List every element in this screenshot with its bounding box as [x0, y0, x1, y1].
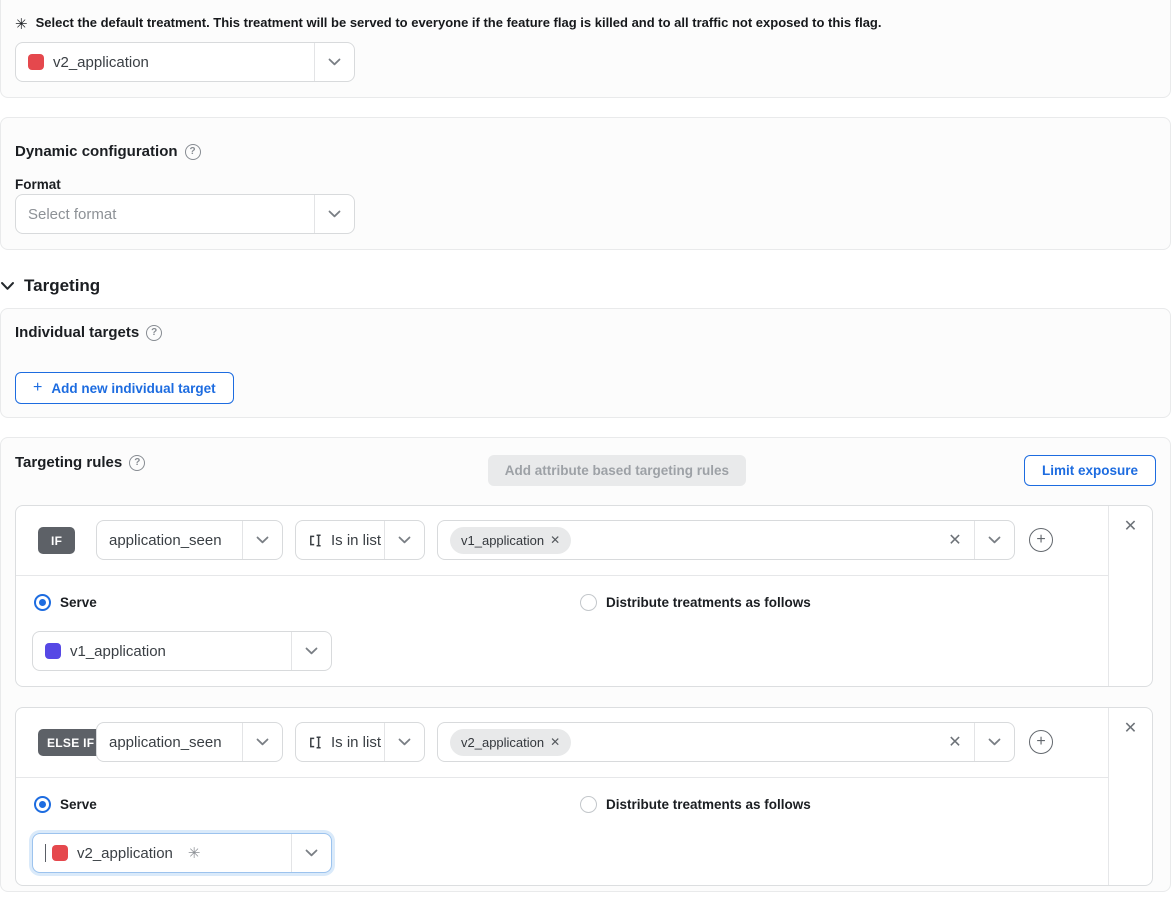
- targeting-rule-1: ✕ IF application_seen Is in list: [15, 505, 1153, 687]
- dynamic-configuration-card: Dynamic configuration ? Format Select fo…: [0, 117, 1171, 250]
- chevron-down-icon[interactable]: [291, 834, 331, 872]
- rule-attribute-select[interactable]: application_seen: [96, 722, 283, 762]
- help-icon[interactable]: ?: [146, 325, 162, 341]
- value-chip-label: v1_application: [461, 533, 544, 548]
- chevron-down-icon[interactable]: [291, 632, 331, 670]
- radio-unselected-icon[interactable]: [580, 594, 597, 611]
- string-matcher-icon: [308, 532, 325, 549]
- rule-matcher-value: Is in list: [331, 532, 381, 549]
- add-individual-target-button[interactable]: + Add new individual target: [15, 372, 234, 404]
- rule-attribute-value: application_seen: [109, 734, 222, 751]
- serve-treatment-select[interactable]: v2_application ✳: [32, 833, 332, 873]
- serve-treatment-value: v2_application: [77, 845, 173, 862]
- treatment-color-swatch: [45, 643, 61, 659]
- remove-rule-icon[interactable]: ✕: [1124, 721, 1137, 885]
- individual-targets-title: Individual targets: [15, 324, 139, 341]
- chevron-down-icon[interactable]: [974, 521, 1014, 559]
- rule-attribute-select[interactable]: application_seen: [96, 520, 283, 560]
- help-icon[interactable]: ?: [129, 455, 145, 471]
- targeting-section-header[interactable]: Targeting: [0, 276, 100, 296]
- serve-radio[interactable]: Serve: [34, 594, 97, 611]
- rule-keyword-badge: ELSE IF: [38, 729, 103, 756]
- default-treatment-indicator-icon: ✳: [188, 844, 201, 862]
- string-matcher-icon: [308, 734, 325, 751]
- distribute-label: Distribute treatments as follows: [606, 595, 811, 610]
- radio-selected-icon[interactable]: [34, 796, 51, 813]
- rule-matcher-select[interactable]: Is in list: [295, 520, 425, 560]
- chevron-down-icon[interactable]: [242, 521, 282, 559]
- rule-actions-column: ✕: [1108, 708, 1152, 885]
- treatment-color-swatch: [28, 54, 44, 70]
- remove-value-icon[interactable]: ✕: [550, 735, 560, 749]
- targeting-rules-card: Targeting rules ? Add attribute based ta…: [0, 437, 1171, 892]
- value-chip-label: v2_application: [461, 735, 544, 750]
- targeting-title: Targeting: [24, 276, 100, 296]
- clear-values-icon[interactable]: ✕: [936, 732, 974, 752]
- default-treatment-card: ✳ Select the default treatment. This tre…: [0, 0, 1171, 98]
- add-attribute-rules-button[interactable]: Add attribute based targeting rules: [488, 455, 746, 486]
- default-treatment-asterisk-icon: ✳: [15, 15, 28, 33]
- targeting-rule-2: ✕ ELSE IF application_seen Is in list: [15, 707, 1153, 886]
- remove-value-icon[interactable]: ✕: [550, 533, 560, 547]
- collapse-chevron-icon[interactable]: [0, 281, 15, 291]
- help-icon[interactable]: ?: [185, 144, 201, 160]
- chevron-down-icon[interactable]: [384, 521, 424, 559]
- chevron-down-icon[interactable]: [242, 723, 282, 761]
- format-placeholder: Select format: [28, 206, 116, 223]
- rule-attribute-value: application_seen: [109, 532, 222, 549]
- serve-treatment-value: v1_application: [70, 643, 166, 660]
- radio-selected-icon[interactable]: [34, 594, 51, 611]
- plus-icon: +: [33, 379, 42, 397]
- rule-values-input[interactable]: v2_application ✕ ✕: [437, 722, 1015, 762]
- distribute-label: Distribute treatments as follows: [606, 797, 811, 812]
- chevron-down-icon[interactable]: [384, 723, 424, 761]
- default-treatment-select[interactable]: v2_application: [15, 42, 355, 82]
- limit-exposure-button[interactable]: Limit exposure: [1024, 455, 1156, 486]
- remove-rule-icon[interactable]: ✕: [1124, 519, 1137, 686]
- add-condition-icon[interactable]: +: [1029, 528, 1053, 552]
- format-select[interactable]: Select format: [15, 194, 355, 234]
- serve-label: Serve: [60, 797, 97, 812]
- individual-targets-card: Individual targets ? + Add new individua…: [0, 308, 1171, 418]
- rule-actions-column: ✕: [1108, 506, 1152, 686]
- text-caret: [45, 844, 46, 862]
- default-treatment-note: Select the default treatment. This treat…: [36, 15, 882, 30]
- targeting-rules-title: Targeting rules: [15, 454, 122, 471]
- add-individual-target-label: Add new individual target: [51, 381, 215, 396]
- add-condition-icon[interactable]: +: [1029, 730, 1053, 754]
- distribute-radio[interactable]: Distribute treatments as follows: [580, 594, 811, 611]
- rule-matcher-select[interactable]: Is in list: [295, 722, 425, 762]
- chevron-down-icon[interactable]: [314, 195, 354, 233]
- default-treatment-value: v2_application: [53, 54, 149, 71]
- dynamic-configuration-title: Dynamic configuration: [15, 143, 178, 160]
- feature-flag-definition-page: ✳ Select the default treatment. This tre…: [0, 0, 1171, 901]
- treatment-color-swatch: [52, 845, 68, 861]
- clear-values-icon[interactable]: ✕: [936, 530, 974, 550]
- rule-matcher-value: Is in list: [331, 734, 381, 751]
- value-chip[interactable]: v2_application ✕: [450, 729, 571, 756]
- rule-values-input[interactable]: v1_application ✕ ✕: [437, 520, 1015, 560]
- chevron-down-icon[interactable]: [974, 723, 1014, 761]
- radio-unselected-icon[interactable]: [580, 796, 597, 813]
- chevron-down-icon[interactable]: [314, 43, 354, 81]
- serve-label: Serve: [60, 595, 97, 610]
- distribute-radio[interactable]: Distribute treatments as follows: [580, 796, 811, 813]
- value-chip[interactable]: v1_application ✕: [450, 527, 571, 554]
- serve-treatment-select[interactable]: v1_application: [32, 631, 332, 671]
- format-label: Format: [15, 177, 61, 192]
- rule-keyword-badge: IF: [38, 527, 75, 554]
- serve-radio[interactable]: Serve: [34, 796, 97, 813]
